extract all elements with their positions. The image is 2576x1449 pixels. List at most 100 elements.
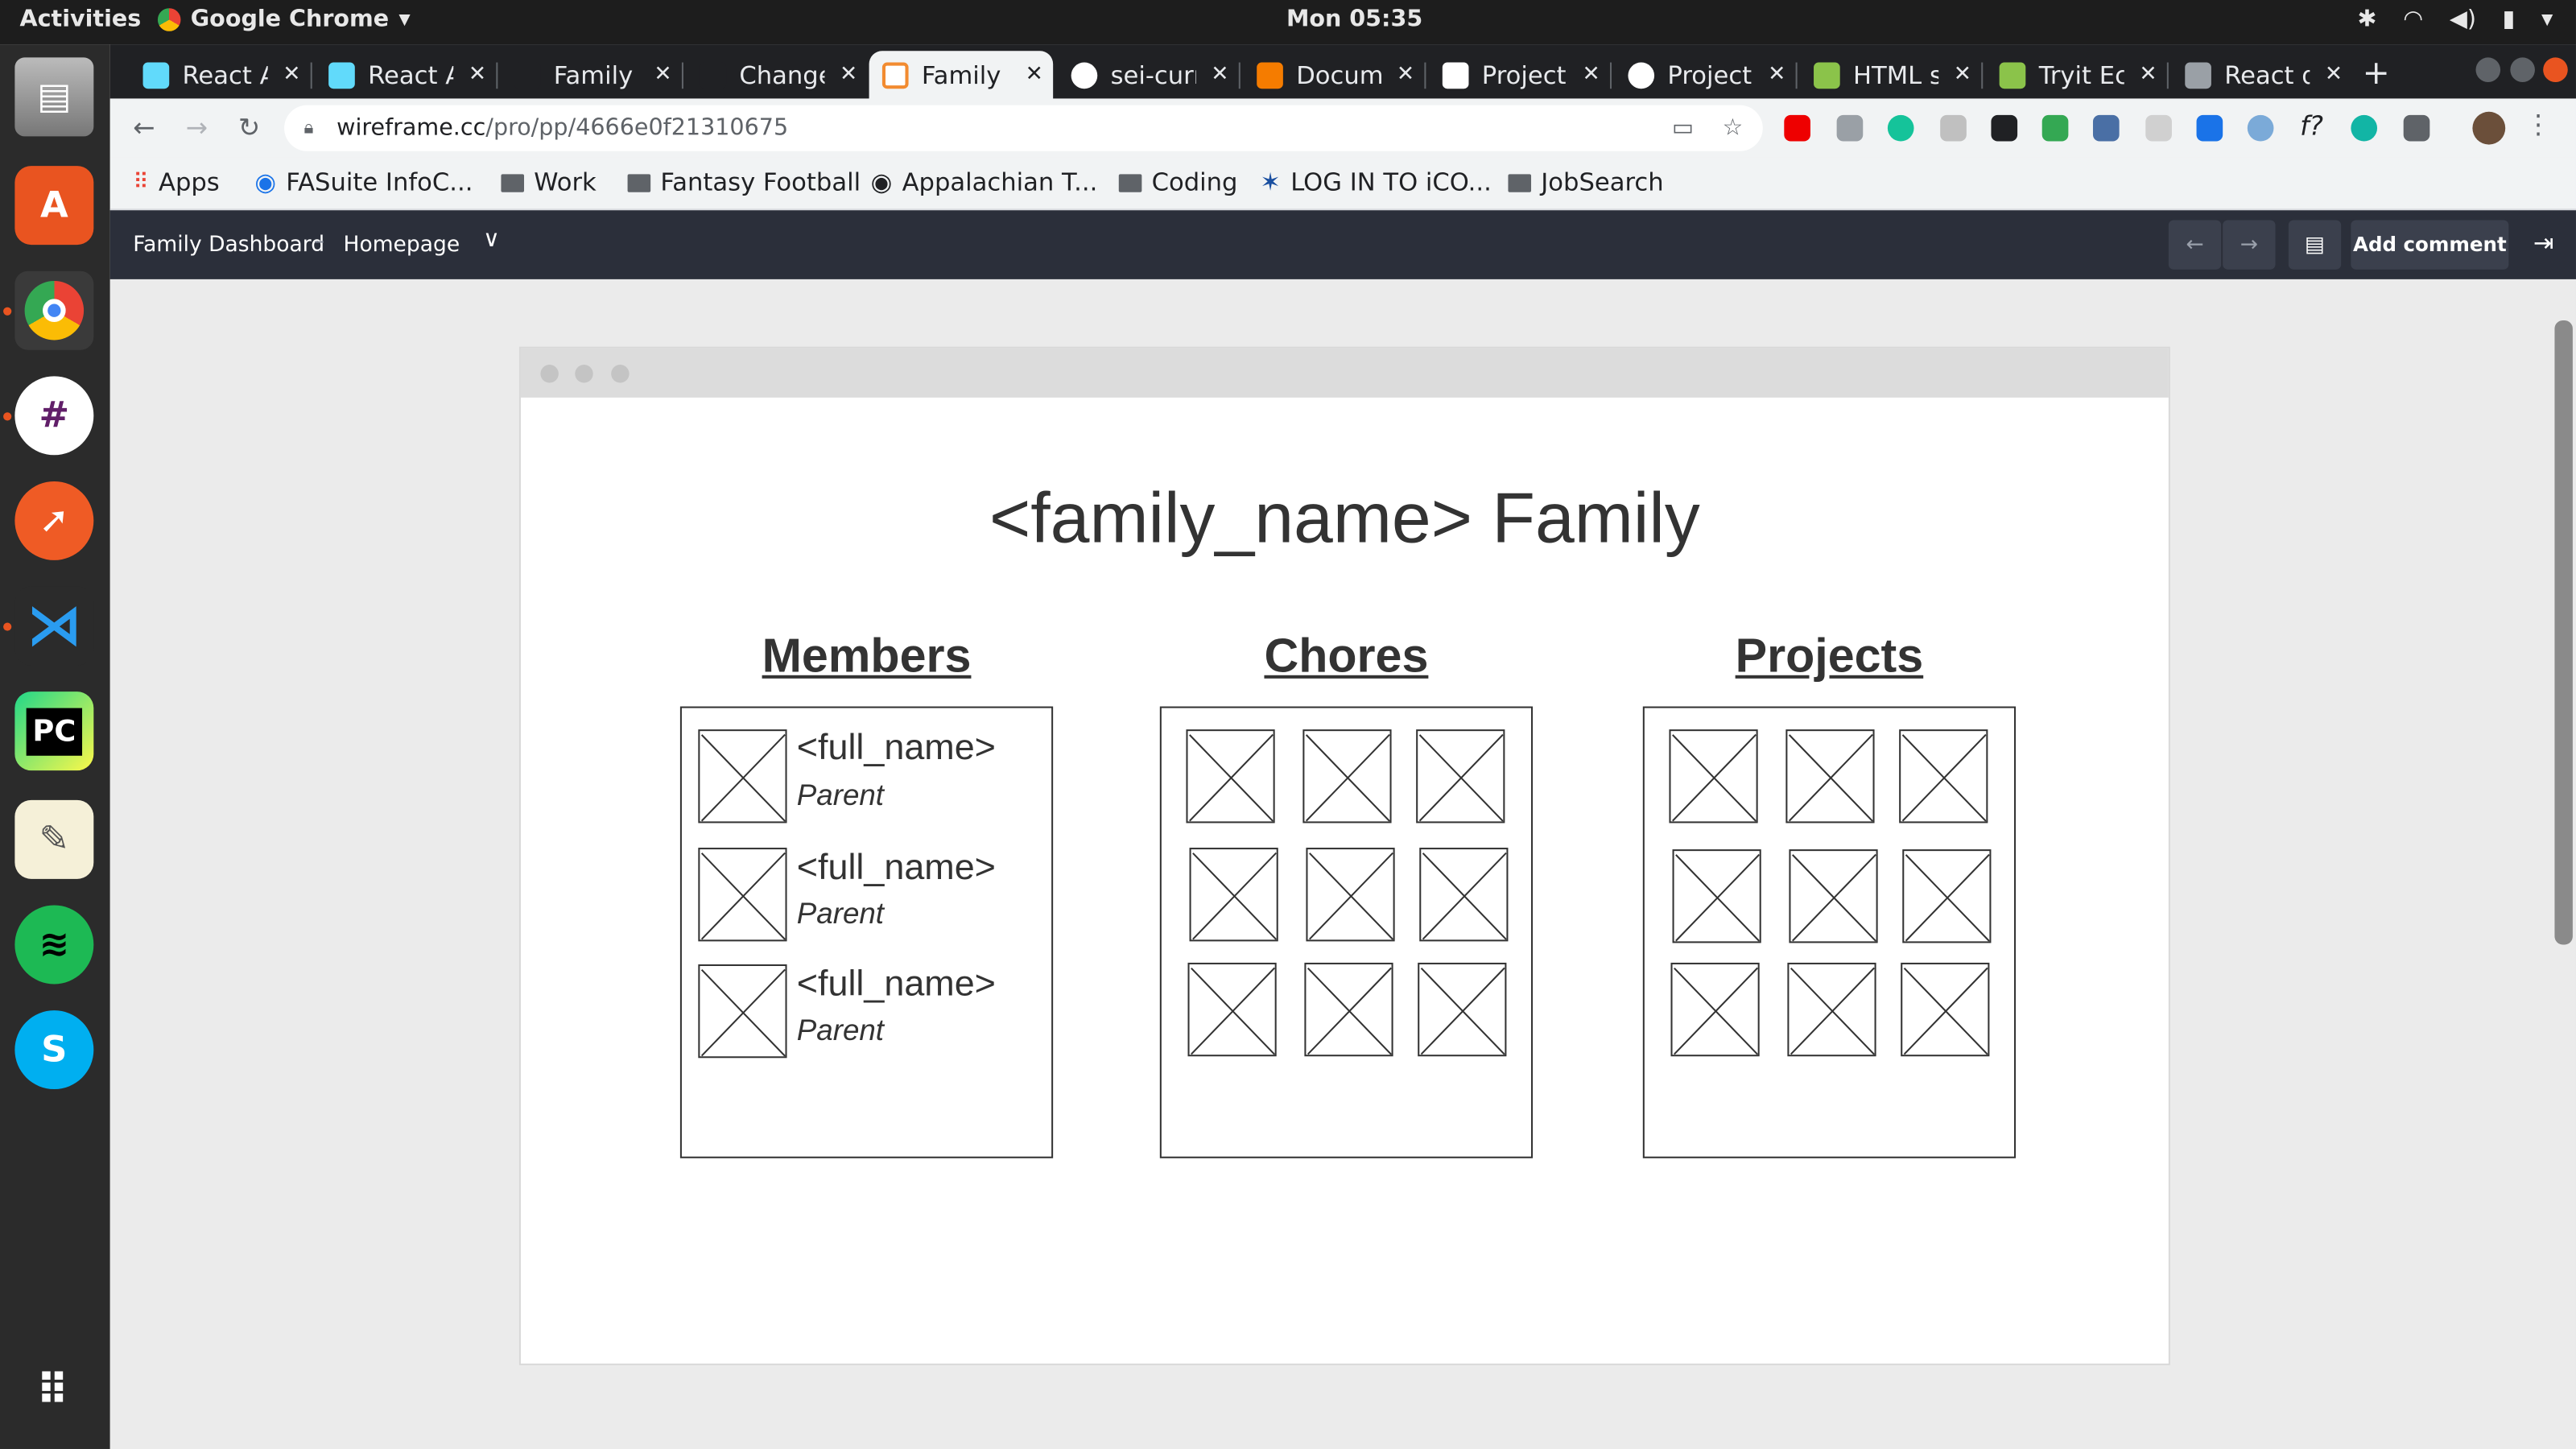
page-name[interactable]: Homepage (344, 233, 460, 258)
image-placeholder[interactable] (1670, 962, 1760, 1057)
redo-button[interactable]: → (2223, 220, 2276, 270)
image-placeholder[interactable] (1787, 962, 1876, 1057)
grammarly-icon[interactable] (1887, 114, 1914, 142)
image-placeholder[interactable] (1789, 849, 1878, 943)
bookmark-folder[interactable]: JobSearch (1508, 167, 1664, 197)
image-placeholder[interactable] (1669, 729, 1758, 824)
tab[interactable]: Tryit Ec ✕ (1986, 51, 2166, 98)
extension-icon[interactable] (1836, 114, 1864, 142)
avatar[interactable] (2472, 111, 2506, 145)
close-icon[interactable]: ✕ (469, 63, 486, 88)
close-window-button[interactable] (2543, 57, 2568, 83)
undo-button[interactable]: ← (2168, 220, 2222, 270)
show-applications-icon[interactable]: ⠿ (14, 1352, 93, 1431)
image-placeholder[interactable] (1901, 962, 1990, 1057)
bookmark-item[interactable]: ✶ LOG IN TO iCO... (1260, 167, 1492, 197)
browser-mockup-frame[interactable]: <family_name> Family Members Chores Proj… (518, 346, 2170, 1365)
search-icon[interactable] (2092, 114, 2120, 142)
maximize-button[interactable] (2510, 57, 2535, 83)
ublock-icon[interactable] (1784, 114, 1810, 142)
image-placeholder[interactable] (1418, 962, 1507, 1057)
bookmark-item[interactable]: ◉ FASuite InfoC... (254, 167, 473, 197)
new-tab-button[interactable]: + (2363, 52, 2390, 92)
clock[interactable]: Mon 05:35 (1286, 6, 1422, 33)
image-placeholder[interactable] (1302, 729, 1392, 824)
scrollbar[interactable] (2554, 320, 2573, 945)
close-icon[interactable]: ✕ (840, 63, 857, 88)
extension-icon[interactable] (1991, 114, 2018, 142)
volume-icon[interactable]: ◀) (2450, 6, 2476, 33)
app-menu[interactable]: Google Chrome ▾ (157, 6, 411, 33)
system-tray[interactable]: ✱ ◠ ◀) ▮ ▾ (2358, 6, 2553, 33)
text-editor-icon[interactable]: ✎ (14, 799, 94, 879)
member-name[interactable]: <full_name> (797, 846, 996, 889)
image-placeholder[interactable] (1419, 848, 1509, 942)
software-center-icon[interactable]: A (14, 166, 94, 246)
menu-icon[interactable]: ⋮ (2525, 109, 2552, 140)
member-role[interactable]: Parent (797, 1013, 884, 1048)
tab[interactable]: Project ✕ (1615, 51, 1795, 98)
chores-heading[interactable]: Chores (1160, 631, 1533, 685)
extension-icon[interactable] (1940, 114, 1967, 142)
tab[interactable]: React A ✕ (130, 51, 310, 98)
image-placeholder[interactable] (1785, 729, 1875, 824)
close-icon[interactable]: ✕ (1582, 63, 1600, 88)
member-role[interactable]: Parent (797, 778, 884, 813)
tab[interactable]: Project ✕ (1429, 51, 1609, 98)
wifi-icon[interactable]: ◠ (2403, 6, 2423, 33)
files-icon[interactable]: ▤ (14, 57, 94, 137)
member-name[interactable]: <full_name> (797, 963, 996, 1005)
tab[interactable]: Docume ✕ (1244, 51, 1424, 98)
bookmark-item[interactable]: ◉ Appalachian T... (871, 167, 1098, 197)
extension-icon[interactable] (2351, 114, 2378, 142)
bookmark-folder[interactable]: Fantasy Football (627, 167, 861, 197)
image-placeholder[interactable] (1186, 729, 1275, 824)
close-icon[interactable]: ✕ (2139, 63, 2157, 88)
slack-icon[interactable]: # (14, 376, 94, 456)
close-icon[interactable]: ✕ (1954, 63, 1971, 88)
chrome-dock-icon[interactable] (14, 270, 94, 350)
member-name[interactable]: <full_name> (797, 726, 996, 769)
image-placeholder[interactable] (698, 964, 787, 1059)
bookmark-folder[interactable]: Work (501, 167, 597, 197)
image-placeholder[interactable] (1902, 849, 1992, 943)
tab[interactable]: React d ✕ (2172, 51, 2352, 98)
forward-icon[interactable]: → (186, 112, 208, 143)
chevron-down-icon[interactable]: ∨ (483, 227, 500, 254)
tab-active[interactable]: Family [✕ (869, 51, 1054, 99)
chores-panel[interactable] (1159, 706, 1534, 1158)
tab[interactable]: HTML s ✕ (1801, 51, 1981, 98)
tab[interactable]: Change ✕ (687, 51, 867, 98)
member-role[interactable]: Parent (797, 897, 884, 931)
extension-icon[interactable] (2196, 114, 2223, 142)
formula-icon[interactable]: f? (2300, 110, 2323, 142)
exit-icon[interactable]: ⇥ (2533, 229, 2554, 258)
address-bar[interactable]: 🔒︎ wireframe.cc /pro/pp/4666e0f21310675 … (284, 105, 1763, 151)
projects-heading[interactable]: Projects (1643, 631, 2016, 685)
extension-icon[interactable] (2247, 114, 2274, 142)
back-icon[interactable]: ← (133, 112, 155, 143)
close-icon[interactable]: ✕ (1026, 63, 1043, 88)
comments-button[interactable]: ▤ (2288, 220, 2342, 270)
power-menu-icon[interactable]: ▾ (2541, 6, 2553, 33)
family-title[interactable]: <family_name> Family (521, 480, 2169, 560)
tab[interactable]: sei-curr ✕ (1058, 51, 1238, 98)
image-placeholder[interactable] (1304, 962, 1393, 1057)
image-placeholder[interactable] (1306, 848, 1395, 942)
image-placeholder[interactable] (1672, 849, 1761, 943)
bookmark-apps[interactable]: ⠿ Apps (133, 167, 219, 197)
image-placeholder[interactable] (1187, 962, 1277, 1057)
reload-icon[interactable]: ↻ (238, 112, 260, 143)
close-icon[interactable]: ✕ (1211, 63, 1228, 88)
extension-icon[interactable] (2145, 114, 2172, 142)
image-placeholder[interactable] (1416, 729, 1505, 824)
slack-tray-icon[interactable]: ✱ (2358, 6, 2377, 33)
project-name[interactable]: Family Dashboard (133, 233, 324, 258)
spotify-icon[interactable]: ≋ (14, 905, 94, 985)
image-placeholder[interactable] (1189, 848, 1278, 942)
members-heading[interactable]: Members (680, 631, 1053, 685)
postman-icon[interactable]: ➚ (14, 481, 94, 560)
shield-icon[interactable] (2041, 114, 2069, 142)
close-icon[interactable]: ✕ (283, 63, 300, 88)
star-icon[interactable]: ☆ (1723, 115, 1744, 142)
